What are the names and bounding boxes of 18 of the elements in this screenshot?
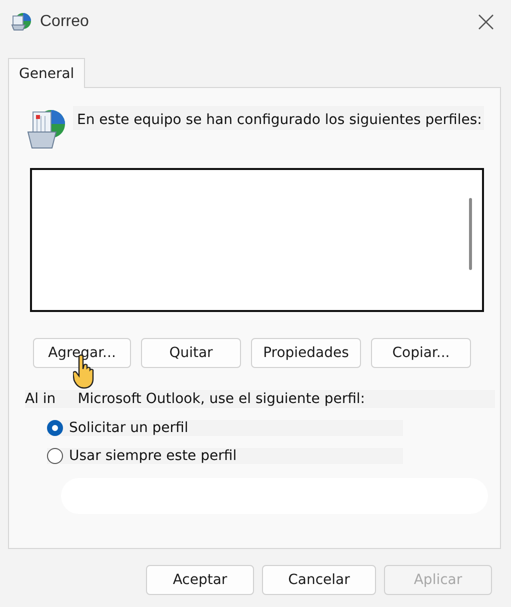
radio-button[interactable] [47, 420, 63, 436]
profile-button[interactable]: Quitar [141, 338, 241, 368]
dialog-button[interactable]: Aceptar [146, 565, 254, 595]
startup-label: Al in [25, 391, 56, 407]
close-icon [478, 14, 494, 30]
startup-label: Microsoft Outlook, use el siguiente perfil: [78, 391, 365, 407]
window-title: Correo [40, 13, 90, 31]
profile-list[interactable] [30, 168, 484, 312]
profile-button[interactable]: Agregar... [33, 338, 131, 368]
radio-option[interactable]: Solicitar un perfil [47, 420, 403, 436]
tab[interactable]: General [8, 58, 86, 88]
radio-button[interactable] [47, 448, 63, 464]
profile-button[interactable]: Propiedades [251, 338, 361, 368]
dialog-button[interactable]: Cancelar [262, 565, 376, 595]
radio-option[interactable]: Usar siempre este perfil [47, 448, 403, 464]
profile-button[interactable]: Copiar... [371, 338, 471, 368]
intro-text: En este equipo se han configurado los siguientes perfiles: [73, 106, 484, 130]
mail-app-icon [10, 11, 32, 33]
